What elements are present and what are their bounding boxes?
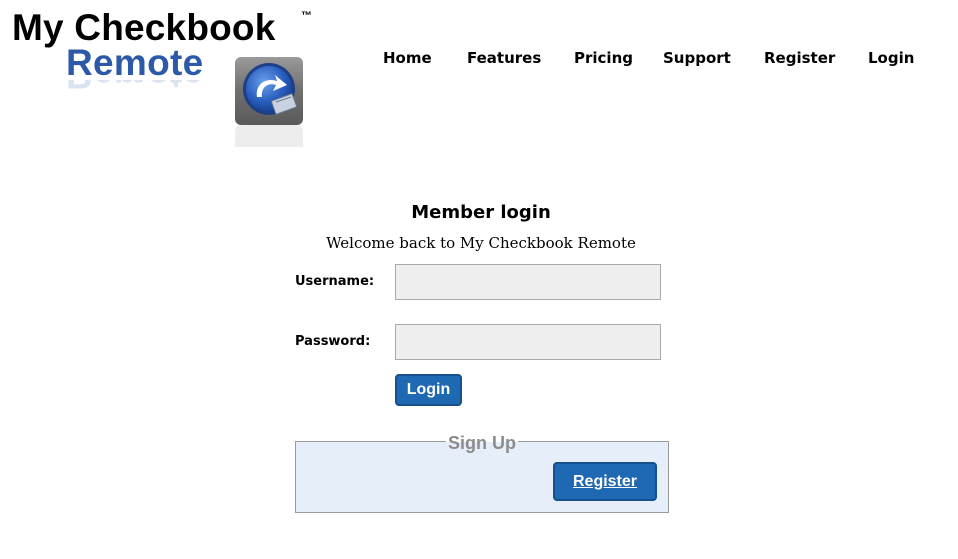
trademark-symbol: ™ — [301, 10, 312, 22]
login-button[interactable]: Login — [395, 374, 462, 406]
nav-pricing[interactable]: Pricing — [574, 49, 633, 67]
nav-features[interactable]: Features — [467, 49, 541, 67]
page-title: Member login — [411, 202, 551, 223]
logo-subtitle: Remote — [66, 42, 204, 83]
username-label: Username: — [295, 274, 375, 289]
password-field[interactable] — [395, 324, 661, 360]
nav-home[interactable]: Home — [383, 49, 432, 67]
nav-login[interactable]: Login — [868, 49, 914, 67]
nav-register[interactable]: Register — [764, 49, 835, 67]
logo-subtitle-reflection: Remote — [66, 80, 204, 96]
register-button[interactable]: Register — [553, 462, 657, 501]
username-field[interactable] — [395, 264, 661, 300]
password-label: Password: — [295, 334, 371, 349]
app-icon-reflection — [235, 125, 303, 147]
welcome-message: Welcome back to My Checkbook Remote — [326, 234, 636, 252]
signup-legend: Sign Up — [446, 432, 518, 454]
app-arrow-icon — [235, 57, 303, 125]
nav-support[interactable]: Support — [663, 49, 731, 67]
